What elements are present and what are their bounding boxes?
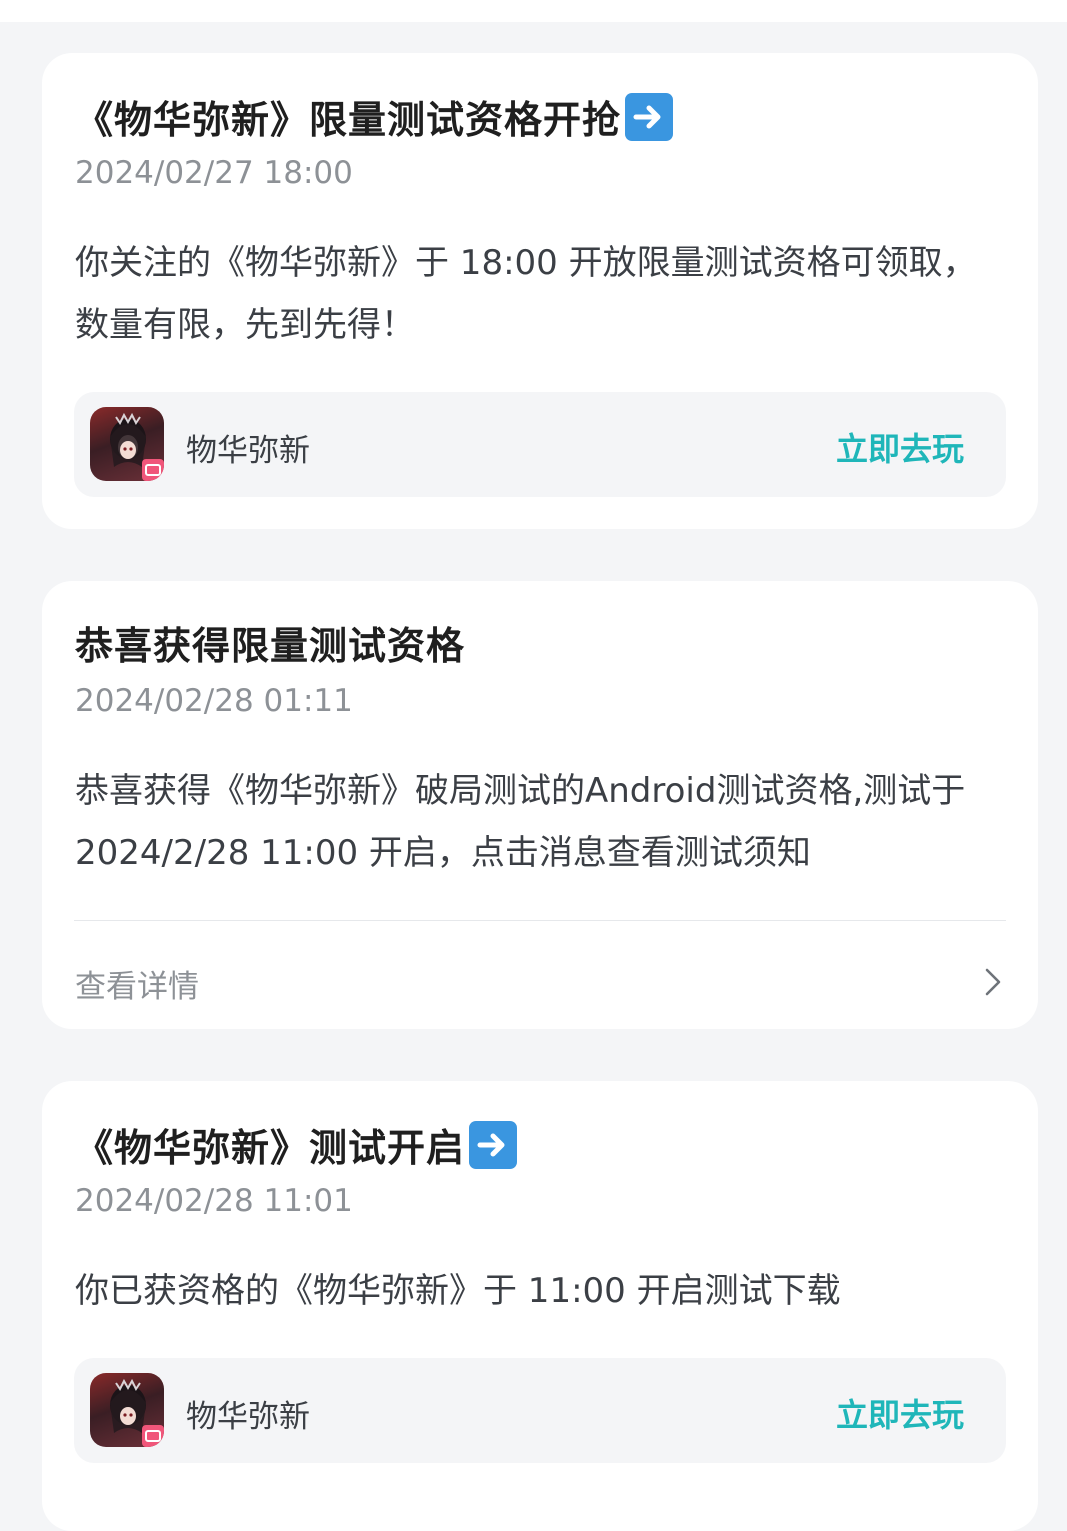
message-time: 2024/02/27 18:00 bbox=[75, 155, 353, 191]
message-card[interactable]: 《物华弥新》限量测试资格开抢 2024/02/27 18:00 你关注的《物华弥… bbox=[42, 53, 1038, 529]
app-entry[interactable]: 物华弥新 立即去玩 bbox=[74, 1358, 1006, 1463]
play-now-button[interactable]: 立即去玩 bbox=[836, 1390, 964, 1436]
message-time: 2024/02/28 11:01 bbox=[75, 1183, 353, 1219]
app-icon bbox=[90, 1373, 164, 1447]
app-name: 物华弥新 bbox=[186, 1399, 310, 1435]
message-feed: 《物华弥新》限量测试资格开抢 2024/02/27 18:00 你关注的《物华弥… bbox=[0, 0, 1067, 1531]
arrow-right-icon bbox=[625, 92, 674, 141]
message-title-text: 恭喜获得限量测试资格 bbox=[75, 624, 466, 668]
message-title: 恭喜获得限量测试资格 bbox=[75, 615, 465, 670]
message-body: 你关注的《物华弥新》于 18:00 开放限量测试资格可领取，数量有限，先到先得！ bbox=[75, 243, 977, 345]
chevron-right-icon bbox=[985, 968, 1001, 996]
view-details-label: 查看详情 bbox=[75, 969, 199, 1005]
message-card[interactable]: 恭喜获得限量测试资格 2024/02/28 01:11 恭喜获得《物华弥新》破局… bbox=[42, 581, 1038, 1029]
message-title-text: 《物华弥新》测试开启 bbox=[75, 1126, 466, 1170]
message-body: 恭喜获得《物华弥新》破局测试的Android测试资格,测试于 2024/2/28… bbox=[75, 771, 966, 873]
message-title: 《物华弥新》限量测试资格开抢 bbox=[75, 89, 674, 144]
divider bbox=[74, 920, 1006, 921]
app-icon bbox=[90, 407, 164, 481]
message-body: 你已获资格的《物华弥新》于 11:00 开启测试下载 bbox=[75, 1271, 841, 1311]
message-time: 2024/02/28 01:11 bbox=[75, 683, 353, 719]
message-card[interactable]: 《物华弥新》测试开启 2024/02/28 11:01 你已获资格的《物华弥新》… bbox=[42, 1081, 1038, 1531]
arrow-right-icon bbox=[469, 1120, 518, 1169]
view-details-row[interactable]: 查看详情 bbox=[74, 927, 1006, 1023]
app-entry[interactable]: 物华弥新 立即去玩 bbox=[74, 392, 1006, 497]
message-title-text: 《物华弥新》限量测试资格开抢 bbox=[75, 98, 622, 142]
play-now-button[interactable]: 立即去玩 bbox=[836, 424, 964, 470]
message-title: 《物华弥新》测试开启 bbox=[75, 1117, 518, 1172]
app-name: 物华弥新 bbox=[186, 433, 310, 469]
